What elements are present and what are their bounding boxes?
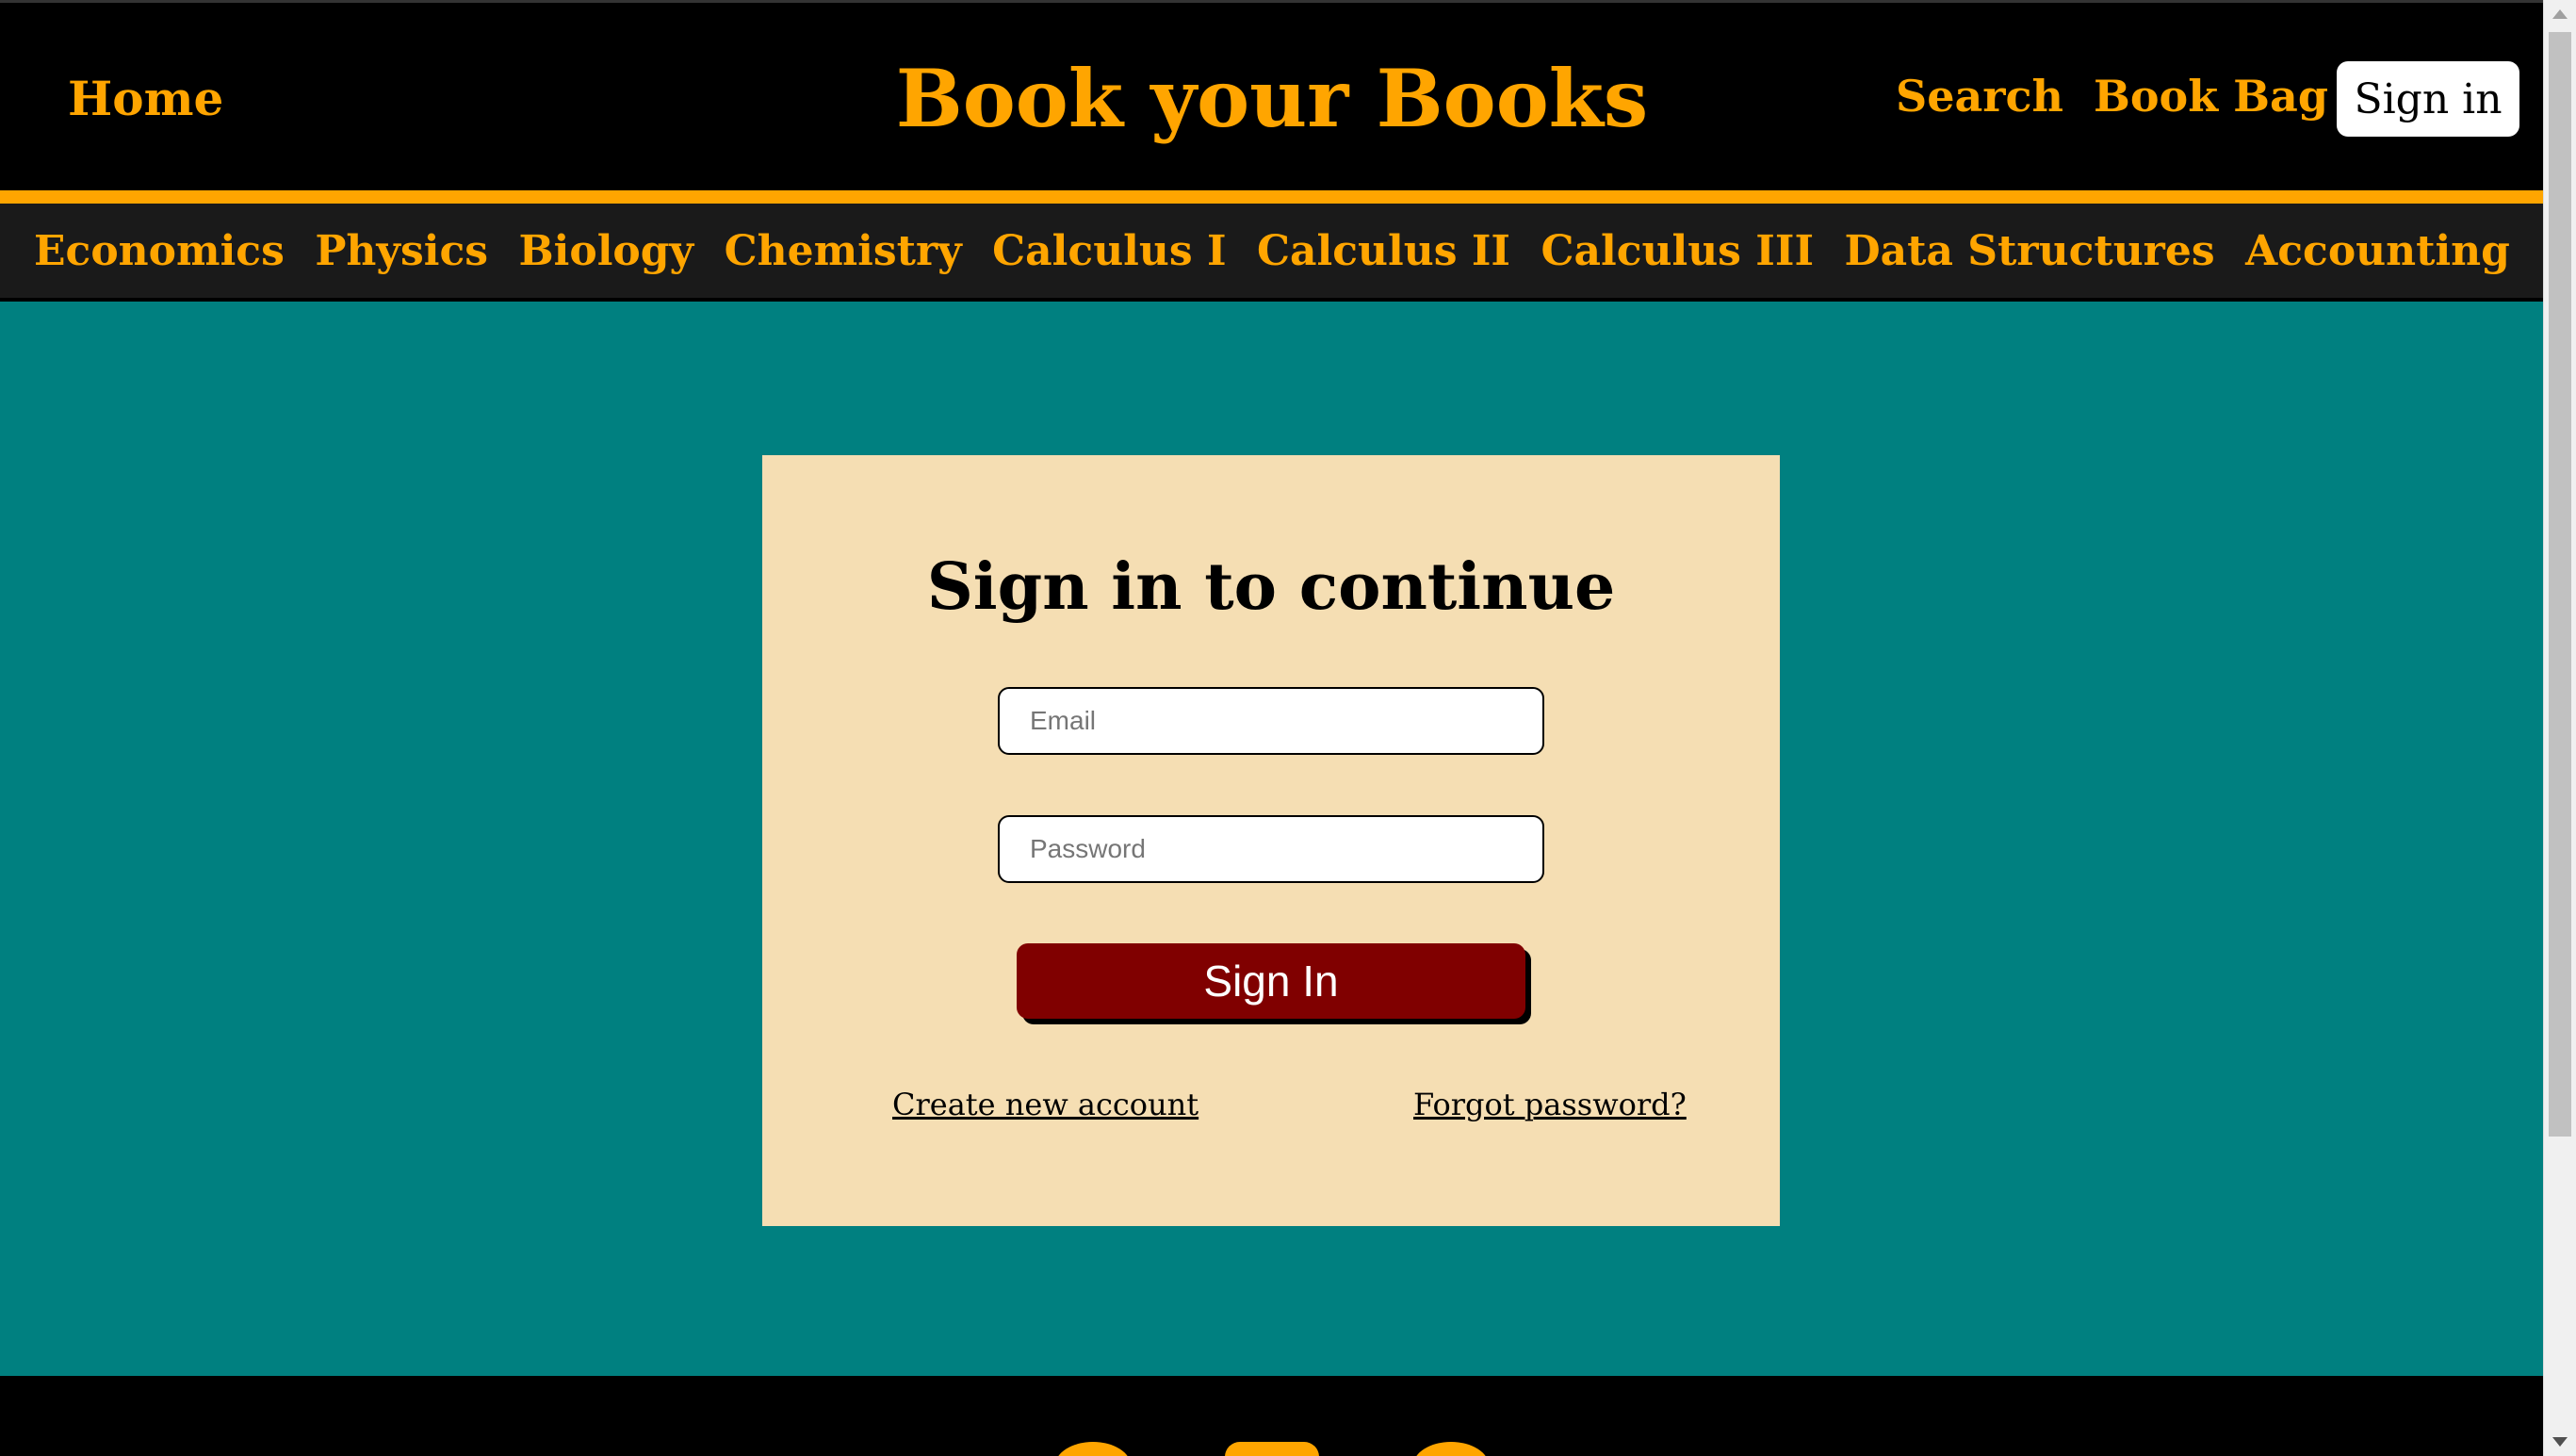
social-icon[interactable]	[1055, 1442, 1131, 1456]
search-link[interactable]: Search	[1896, 71, 2063, 122]
book-bag-link[interactable]: Book Bag	[2094, 71, 2328, 122]
forgot-password-link[interactable]: Forgot password?	[1413, 1087, 1687, 1122]
top-header: Home Book your Books Search Book Bag Sig…	[0, 0, 2544, 190]
subject-link-calculus-3[interactable]: Calculus III	[1541, 227, 1814, 275]
footer	[0, 1376, 2544, 1456]
social-icon[interactable]	[1413, 1442, 1489, 1456]
scroll-down-arrow-icon[interactable]	[2552, 1437, 2568, 1447]
social-icon[interactable]	[1225, 1442, 1319, 1456]
page: Home Book your Books Search Book Bag Sig…	[0, 0, 2576, 1456]
scrollbar-thumb[interactable]	[2549, 32, 2571, 1137]
subject-link-calculus-1[interactable]: Calculus I	[992, 227, 1226, 275]
subject-link-calculus-2[interactable]: Calculus II	[1257, 227, 1510, 275]
subject-link-data-structures[interactable]: Data Structures	[1844, 227, 2214, 275]
sign-in-card: Sign in to continue Sign In Create new a…	[762, 455, 1780, 1226]
email-field[interactable]	[998, 687, 1544, 755]
create-account-link[interactable]: Create new account	[892, 1087, 1198, 1122]
header-sign-in-button[interactable]: Sign in	[2337, 61, 2519, 137]
subject-nav: Economics Physics Biology Chemistry Calc…	[0, 204, 2544, 302]
subject-link-chemistry[interactable]: Chemistry	[725, 227, 962, 275]
subject-link-physics[interactable]: Physics	[315, 227, 488, 275]
password-field[interactable]	[998, 815, 1544, 883]
scroll-up-arrow-icon[interactable]	[2552, 9, 2568, 19]
sign-in-submit-button[interactable]: Sign In	[1017, 943, 1525, 1019]
vertical-scrollbar[interactable]	[2543, 0, 2576, 1456]
sign-in-heading: Sign in to continue	[926, 549, 1616, 625]
subject-link-biology[interactable]: Biology	[518, 227, 693, 275]
subject-link-economics[interactable]: Economics	[34, 227, 285, 275]
header-divider	[0, 190, 2544, 204]
subject-link-accounting[interactable]: Accounting	[2245, 227, 2510, 275]
